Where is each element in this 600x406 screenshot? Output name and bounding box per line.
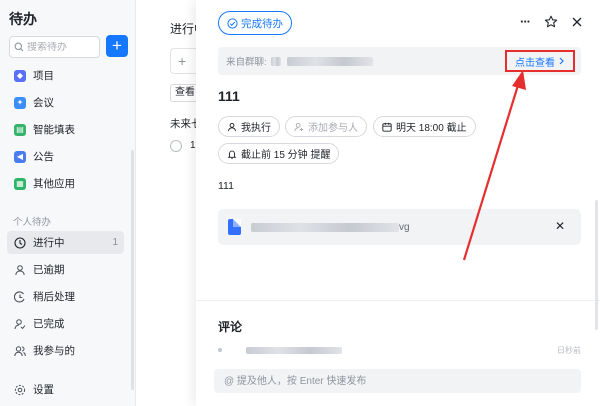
sidebar-item-project[interactable]: ◆ 项目 <box>7 64 124 87</box>
sidebar-item-label: 已完成 <box>33 318 65 330</box>
sidebar: 待办 + ◆ 项目 ✦ 会议 ▤ 智能填表 ◀ 公告 ▦ 其他应用 个人待办 进… <box>0 0 136 406</box>
layers-icon: ◆ <box>14 69 26 82</box>
group-name-blurred <box>286 56 373 66</box>
sidebar-item-in-progress[interactable]: 进行中 1 <box>7 231 124 254</box>
due-date-label: 明天 18:00 截止 <box>396 123 467 134</box>
divider <box>196 300 600 301</box>
source-group-bar: 来自群聊: 点击查看 <box>218 47 581 75</box>
view-filter-button[interactable]: 查看 <box>170 84 196 102</box>
form-icon: ▤ <box>14 123 26 136</box>
sidebar-item-completed[interactable]: 已完成 <box>7 312 124 335</box>
sidebar-item-label: 我参与的 <box>33 345 75 357</box>
later-icon <box>14 290 25 302</box>
person-check-icon <box>14 318 26 329</box>
panel-scrollbar[interactable] <box>595 200 598 330</box>
apps-grid-icon: ▦ <box>14 177 26 190</box>
sidebar-item-label: 公告 <box>33 151 54 163</box>
search-box[interactable] <box>9 36 100 58</box>
more-icon[interactable]: ··· <box>520 14 531 29</box>
todo-checkbox[interactable] <box>170 140 182 152</box>
sidebar-item-label: 已逾期 <box>33 264 65 276</box>
sidebar-scrollbar[interactable] <box>131 150 134 390</box>
sidebar-item-other-apps[interactable]: ▦ 其他应用 <box>7 172 124 195</box>
meeting-icon: ✦ <box>14 96 26 109</box>
person-icon <box>15 264 25 275</box>
section-label-personal: 个人待办 <box>13 217 52 228</box>
comment-section-title: 评论 <box>218 320 243 334</box>
activity-text-blurred <box>246 347 342 354</box>
attachment-card[interactable]: vg ✕ <box>218 209 581 245</box>
comment-input[interactable] <box>214 369 581 393</box>
group-avatar <box>270 56 281 66</box>
settings-button[interactable]: 设置 <box>14 382 54 397</box>
reminder-chip[interactable]: 截止前 15 分钟 提醒 <box>218 143 340 164</box>
announcement-icon: ◀ <box>14 150 26 163</box>
sidebar-item-label: 会议 <box>33 97 54 109</box>
settings-label: 设置 <box>33 384 54 396</box>
source-label: 来自群聊: <box>226 57 267 68</box>
sidebar-item-overdue[interactable]: 已逾期 <box>7 258 124 281</box>
executor-chip[interactable]: 我执行 <box>218 116 280 137</box>
complete-todo-button[interactable]: 完成待办 <box>218 11 292 35</box>
sidebar-item-label: 其他应用 <box>33 178 75 190</box>
sidebar-item-label: 进行中 <box>33 237 65 249</box>
attachment-extension: vg <box>399 221 410 233</box>
activity-log-row: 日秒前 <box>218 345 581 357</box>
search-icon <box>14 42 24 52</box>
add-todo-button[interactable]: + <box>106 35 128 57</box>
activity-time: 日秒前 <box>557 346 581 355</box>
complete-todo-label: 完成待办 <box>241 17 283 30</box>
search-input[interactable] <box>27 41 93 53</box>
sidebar-item-participated[interactable]: 我参与的 <box>7 339 124 362</box>
app-title: 待办 <box>9 11 37 27</box>
attachment-name-blurred <box>251 222 399 232</box>
gear-icon <box>14 384 26 395</box>
sidebar-item-announcement[interactable]: ◀ 公告 <box>7 145 124 168</box>
executor-label: 我执行 <box>241 123 271 134</box>
sidebar-item-label: 项目 <box>33 70 54 82</box>
sidebar-item-smart-form[interactable]: ▤ 智能填表 <box>7 118 124 141</box>
remove-attachment-icon[interactable]: ✕ <box>555 219 565 233</box>
view-source-button[interactable]: 点击查看 <box>505 50 575 72</box>
sidebar-item-label: 智能填表 <box>33 124 75 136</box>
task-title[interactable]: 111 <box>218 88 240 104</box>
group-icon <box>14 345 26 356</box>
clock-icon <box>14 236 26 249</box>
panel-toolbar: ··· <box>520 14 582 29</box>
sidebar-item-later[interactable]: 稍后处理 <box>7 285 124 308</box>
view-source-label: 点击查看 <box>515 57 555 69</box>
person-icon <box>228 122 236 131</box>
add-participant-chip[interactable]: 添加参与人 <box>285 116 367 137</box>
count-badge: 1 <box>112 237 118 248</box>
star-icon[interactable] <box>544 15 558 29</box>
check-circle-icon <box>227 17 238 29</box>
due-date-chip[interactable]: 明天 18:00 截止 <box>373 116 476 137</box>
close-icon[interactable] <box>572 17 582 27</box>
chevron-right-icon <box>559 57 564 65</box>
calendar-icon <box>382 122 392 132</box>
activity-dot <box>218 348 222 352</box>
list-item[interactable]: 1 <box>190 140 196 151</box>
sidebar-item-meeting[interactable]: ✦ 会议 <box>7 91 124 114</box>
task-description[interactable]: 111 <box>218 180 234 192</box>
bell-icon <box>227 150 237 159</box>
add-person-icon <box>294 122 304 131</box>
quick-add-input[interactable]: + <box>170 48 196 74</box>
todo-detail-panel: 完成待办 ··· 来自群聊: 点击查看 111 我执行 添加参与人 明天 18:… <box>196 0 600 406</box>
reminder-label: 截止前 15 分钟 提醒 <box>241 150 331 161</box>
todo-list-column: 进行中 + 查看 未来七 1 <box>136 0 206 406</box>
add-participant-label: 添加参与人 <box>308 123 358 134</box>
sidebar-item-label: 稍后处理 <box>33 291 75 303</box>
file-icon <box>228 219 241 235</box>
